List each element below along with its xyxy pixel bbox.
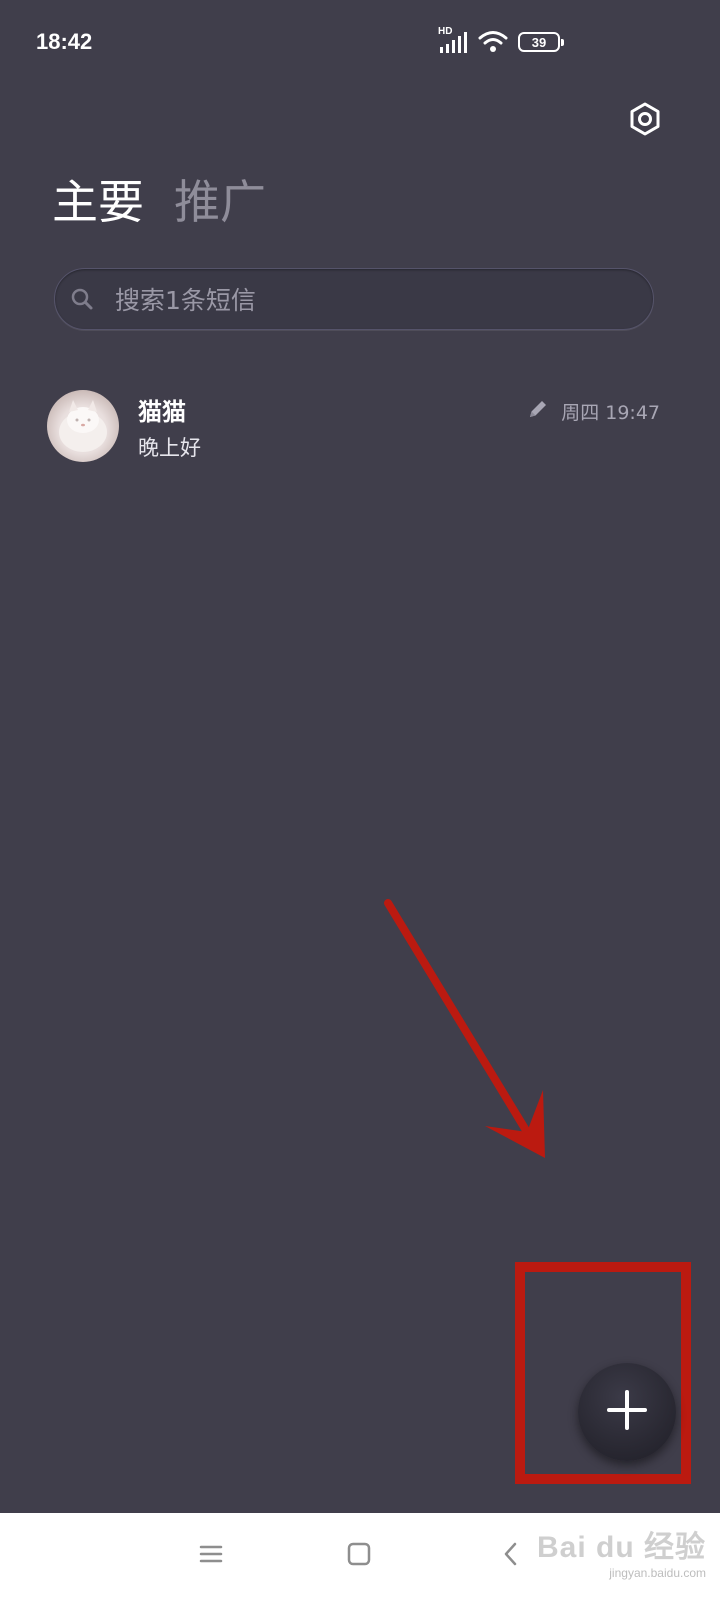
menu-icon <box>198 1542 224 1570</box>
annotation-arrow-head <box>485 1090 545 1158</box>
nav-back-button[interactable] <box>486 1531 536 1581</box>
conversation-preview: 晚上好 <box>138 436 201 460</box>
plus-icon <box>606 1389 648 1435</box>
tab-bar: 主要 推广 <box>52 174 266 230</box>
pencil-icon <box>527 398 549 425</box>
battery-icon: 39 <box>518 32 564 52</box>
home-icon <box>346 1541 372 1571</box>
annotation-arrow-shaft <box>384 899 531 1136</box>
nav-menu-button[interactable] <box>186 1531 236 1581</box>
search-placeholder: 搜索1条短信 <box>115 286 256 315</box>
status-bar: 18:42 HD 39 <box>0 0 720 86</box>
back-icon <box>498 1541 524 1571</box>
nav-home-button[interactable] <box>334 1531 384 1581</box>
conversation-name: 猫猫 <box>138 398 186 426</box>
conversation-item[interactable]: 猫猫 晚上好 周四 19:47 <box>0 378 720 478</box>
search-icon <box>67 284 97 314</box>
gear-icon <box>627 101 663 141</box>
signal-icon: HD <box>438 26 468 55</box>
conversation-meta: 周四 19:47 <box>527 398 660 425</box>
watermark: Bai du 经验 jingyan.baidu.com <box>537 1522 706 1580</box>
annotation-arrow <box>384 899 545 1158</box>
new-message-button[interactable] <box>578 1363 676 1461</box>
status-time: 18:42 <box>36 29 93 54</box>
avatar <box>47 390 119 462</box>
status-icons: HD 39 <box>438 26 564 56</box>
watermark-url: jingyan.baidu.com <box>609 1566 706 1580</box>
wifi-icon <box>478 29 508 55</box>
network-label: HD <box>438 26 453 37</box>
tab-primary[interactable]: 主要 <box>52 174 144 230</box>
battery-level: 39 <box>531 34 547 50</box>
conversation-timestamp: 周四 19:47 <box>561 402 660 424</box>
watermark-logo: Bai du 经验 <box>536 1531 706 1564</box>
settings-button[interactable] <box>620 96 670 146</box>
tab-promotions[interactable]: 推广 <box>174 174 266 230</box>
search-input[interactable]: 搜索1条短信 <box>54 268 654 330</box>
